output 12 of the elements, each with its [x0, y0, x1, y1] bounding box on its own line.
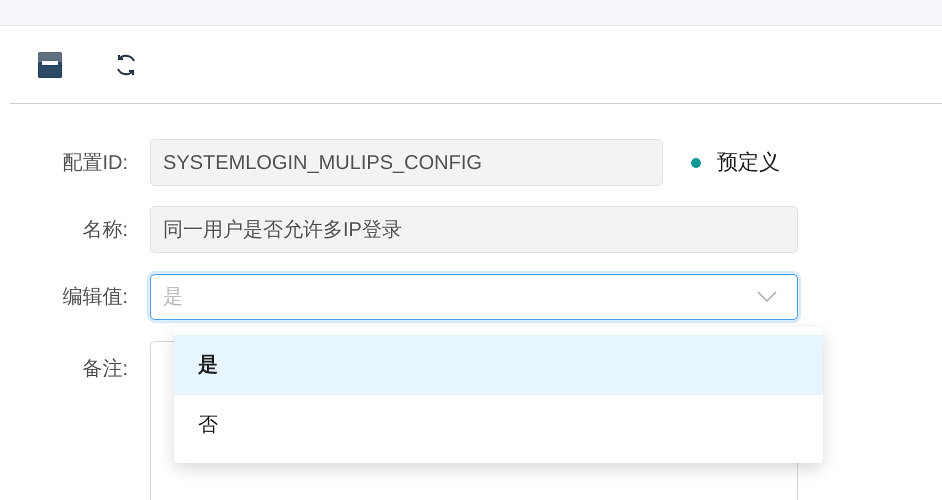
- chevron-down-icon: [757, 291, 777, 303]
- name-field[interactable]: 同一用户是否允许多IP登录: [150, 206, 798, 253]
- save-icon: [38, 52, 62, 78]
- field-label: 配置ID:: [61, 150, 129, 176]
- dropdown-option[interactable]: 是: [174, 335, 823, 395]
- dropdown-option[interactable]: 否: [174, 395, 823, 455]
- field-label: 编辑值:: [61, 285, 129, 310]
- status-text: 预定义: [717, 150, 780, 176]
- field-label: 名称:: [81, 218, 129, 242]
- field-label: 备注:: [81, 357, 129, 382]
- save-button[interactable]: [37, 52, 63, 78]
- config-id-field[interactable]: SYSTEMLOGIN_MULIPS_CONFIG: [150, 139, 663, 186]
